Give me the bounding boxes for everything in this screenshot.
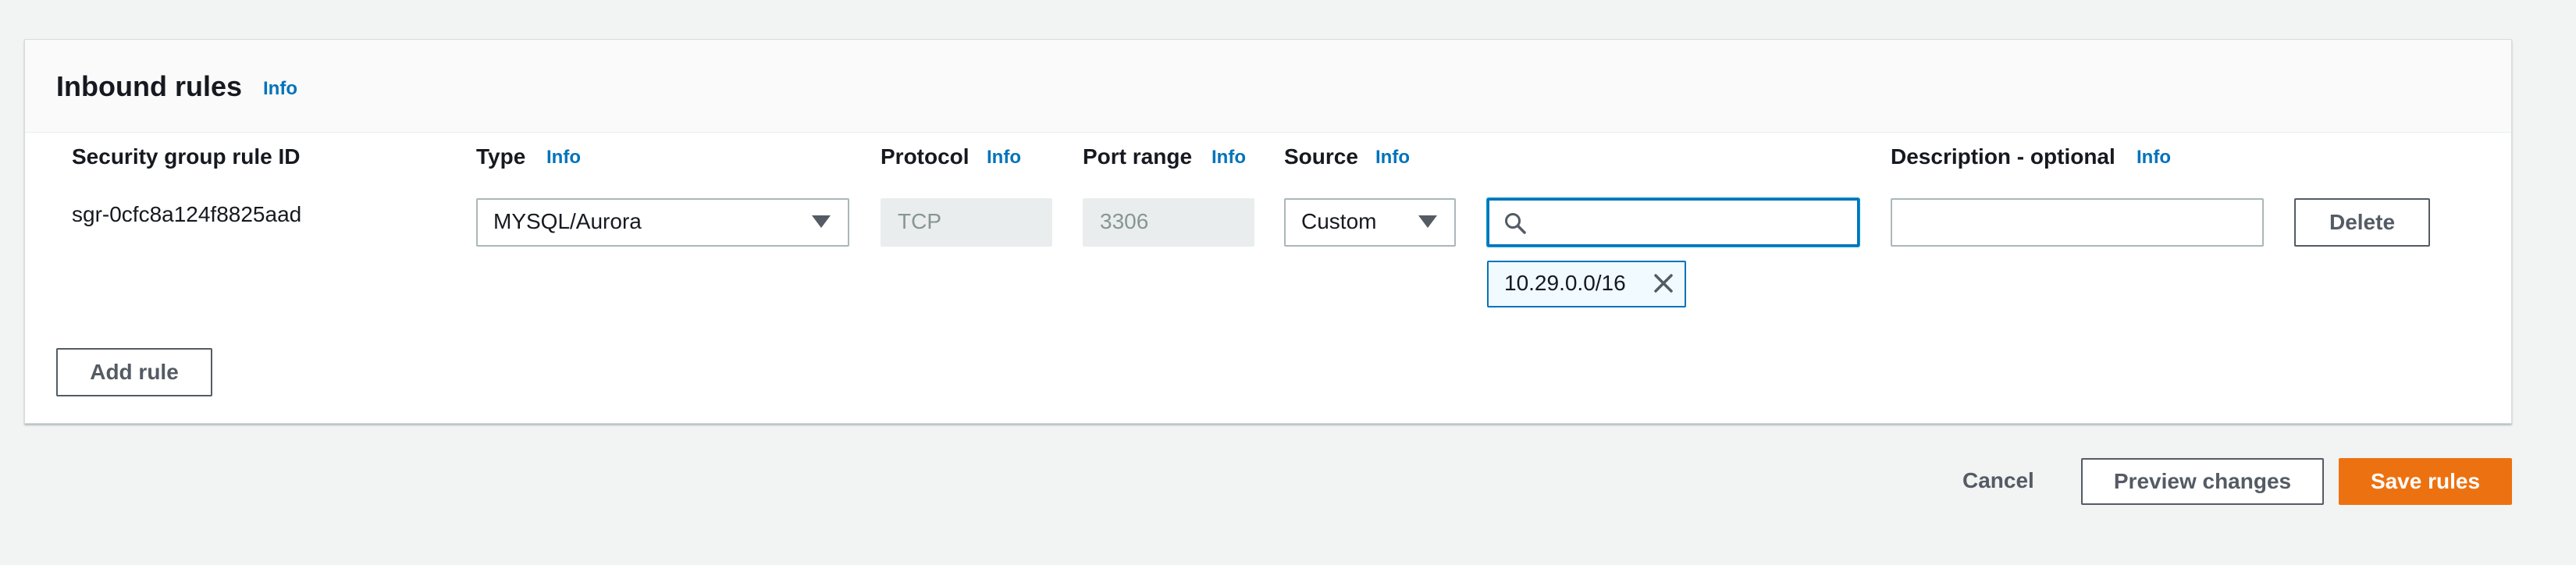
cancel-button[interactable]: Cancel bbox=[1962, 467, 2034, 494]
type-select-value: MYSQL/Aurora bbox=[493, 209, 642, 233]
add-rule-button[interactable]: Add rule bbox=[56, 348, 212, 396]
caret-down-icon bbox=[812, 215, 831, 228]
panel-header: Inbound rules Info bbox=[25, 40, 2511, 133]
description-input[interactable] bbox=[1891, 198, 2264, 247]
description-info-link[interactable]: Info bbox=[2137, 146, 2171, 169]
source-token-label: 10.29.0.0/16 bbox=[1504, 271, 1626, 295]
source-select[interactable]: Custom bbox=[1284, 198, 1456, 247]
type-info-link[interactable]: Info bbox=[546, 146, 581, 169]
source-info-link[interactable]: Info bbox=[1375, 146, 1410, 169]
caret-down-icon bbox=[1418, 215, 1437, 228]
port-range-field: 3306 bbox=[1083, 198, 1254, 247]
preview-changes-button[interactable]: Preview changes bbox=[2081, 458, 2324, 505]
source-select-value: Custom bbox=[1301, 209, 1377, 233]
inbound-rules-panel: Inbound rules Info Security group rule I… bbox=[24, 39, 2512, 424]
save-rules-button[interactable]: Save rules bbox=[2339, 458, 2512, 505]
source-token: 10.29.0.0/16 bbox=[1487, 261, 1686, 307]
source-column-label: Source bbox=[1284, 144, 1358, 169]
protocol-column-label: Protocol bbox=[881, 144, 970, 169]
rule-id-value: sgr-0cfc8a124f8825aad bbox=[72, 202, 302, 226]
close-icon[interactable] bbox=[1652, 272, 1675, 295]
title-info-link[interactable]: Info bbox=[263, 77, 297, 101]
port-range-column-label: Port range bbox=[1083, 144, 1193, 169]
description-column-label: Description - optional bbox=[1891, 144, 2115, 169]
protocol-info-link[interactable]: Info bbox=[987, 146, 1021, 169]
delete-rule-button[interactable]: Delete bbox=[2294, 198, 2430, 247]
rule-id-column-label: Security group rule ID bbox=[72, 144, 301, 169]
panel-title: Inbound rules bbox=[56, 70, 242, 102]
protocol-field: TCP bbox=[881, 198, 1052, 247]
source-search-input[interactable] bbox=[1487, 198, 1859, 247]
type-column-label: Type bbox=[476, 144, 526, 169]
search-icon bbox=[1505, 213, 1526, 234]
port-range-info-link[interactable]: Info bbox=[1212, 146, 1246, 169]
type-select[interactable]: MYSQL/Aurora bbox=[476, 198, 849, 247]
